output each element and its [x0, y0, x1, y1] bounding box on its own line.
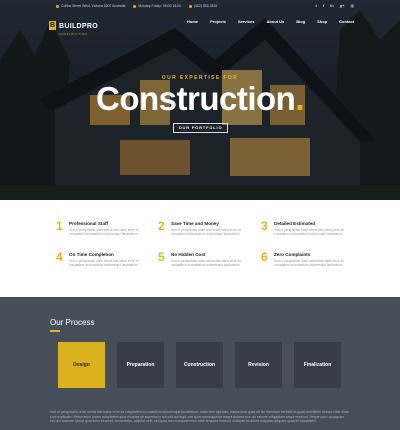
feature-desc: Sed ut perspiciatis unde omnis iste natu… [171, 228, 241, 237]
step-design[interactable]: Design [58, 342, 105, 388]
main-nav: Home Projects Services About Us Blog Sho… [187, 19, 354, 24]
feature-number: 1 [56, 219, 63, 233]
phone-icon [188, 4, 192, 8]
step-preparation[interactable]: Preparation [117, 342, 164, 388]
twitter-icon[interactable]: t [315, 3, 316, 8]
feature-desc: Sed ut perspiciatis unde omnis iste natu… [274, 228, 344, 237]
site-logo[interactable]: B BUILDPRO CONSTRUCTION [49, 15, 98, 36]
feature-number: 5 [158, 250, 165, 264]
title-underline [50, 330, 60, 332]
process-title: Our Process [50, 318, 95, 327]
feature-title: Professional Staff [69, 221, 109, 226]
feature-title: No Hidden Cost [171, 252, 206, 257]
feature-desc: Sed ut perspiciatis unde omnis iste natu… [69, 259, 139, 268]
location-icon [56, 4, 59, 8]
step-finalization[interactable]: Finalization [294, 342, 341, 388]
feature-number: 2 [158, 219, 165, 233]
feature-desc: Sed ut perspiciatis unde omnis iste natu… [171, 259, 241, 268]
logo-mark: B [49, 21, 56, 30]
hero-section: Collins Street West, Victoria 8007 Austr… [0, 0, 400, 200]
nav-shop[interactable]: Shop [317, 19, 327, 24]
step-revision[interactable]: Revision [235, 342, 282, 388]
feature-desc: Sed ut perspiciatis unde omnis iste natu… [69, 228, 139, 237]
feature-title: Save Time and Money [171, 221, 219, 226]
feature-title: Detailed Estimated [274, 221, 316, 226]
feature-title: Zero Complaints [274, 252, 311, 257]
linkedin-icon[interactable]: in [330, 3, 334, 8]
feature-title: On Time Completion [69, 252, 114, 257]
brand-sub: CONSTRUCTION [59, 33, 88, 36]
features-section: 1 Professional Staff Sed ut perspiciatis… [0, 200, 400, 297]
feature-number: 3 [261, 219, 268, 233]
feature-desc: Sed ut perspiciatis unde omnis iste natu… [274, 259, 344, 268]
nav-services[interactable]: Services [238, 19, 254, 24]
google-plus-icon[interactable]: g+ [340, 3, 345, 8]
feature-number: 6 [261, 250, 268, 264]
instagram-icon[interactable]: ◎ [351, 3, 355, 8]
process-description: Sed ut perspiciatis unde omnis iste natu… [50, 410, 349, 424]
social-links: t f in g+ ◎ [315, 3, 354, 8]
brand-name: BUILDPRO [59, 23, 98, 30]
hero-headline: Construction. [96, 80, 304, 117]
phone-info: (562) 555-2828 [188, 4, 217, 8]
headline-dot: . [295, 80, 304, 117]
nav-about-us[interactable]: About Us [266, 19, 284, 24]
step-construction[interactable]: Construction [176, 342, 223, 388]
nav-blog[interactable]: Blog [296, 19, 305, 24]
nav-contact[interactable]: Contact [339, 19, 354, 24]
process-section: Our Process Design Preparation Construct… [0, 297, 400, 430]
facebook-icon[interactable]: f [323, 3, 324, 8]
clock-icon [133, 4, 137, 8]
feature-number: 4 [56, 250, 63, 264]
nav-home[interactable]: Home [187, 19, 198, 24]
address-info: Collins Street West, Victoria 8007 Austr… [56, 4, 125, 8]
hours-info: Monday-Friday: 08:00-18:00 [133, 4, 181, 8]
portfolio-button[interactable]: OUR PORTFOLIO [173, 123, 228, 133]
nav-projects[interactable]: Projects [210, 19, 226, 24]
